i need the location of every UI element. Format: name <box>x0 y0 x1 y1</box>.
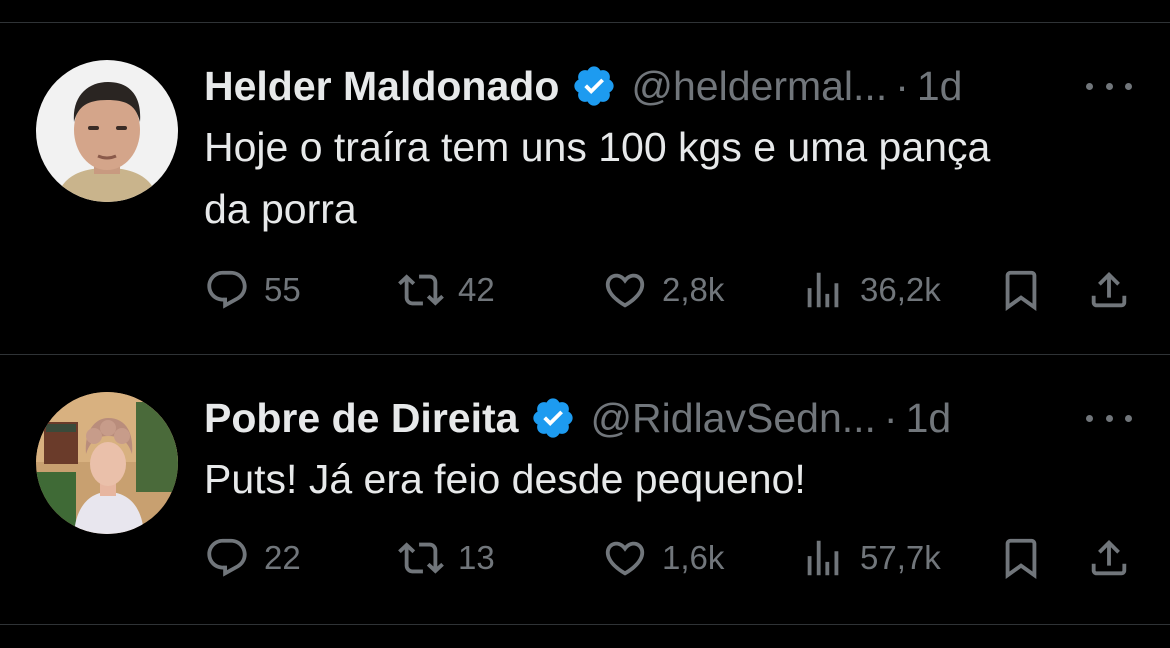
reply-button[interactable]: 55 <box>204 265 301 315</box>
more-options-icon[interactable] <box>1086 398 1132 438</box>
tweet-text-line: Hoje o traíra tem uns 100 kgs e uma panç… <box>204 124 991 170</box>
retweet-button[interactable]: 42 <box>398 265 495 315</box>
reply-count: 55 <box>264 271 301 308</box>
verified-badge-icon <box>574 66 615 106</box>
action-bar: 55 42 2,8k 36,2k <box>204 265 1144 315</box>
tweet-header: Helder Maldonado @heldermal... · 1d <box>204 58 962 114</box>
bookmark-icon <box>1005 270 1037 311</box>
view-count: 57,7k <box>860 539 941 576</box>
retweet-icon <box>398 542 444 574</box>
share-button[interactable] <box>1086 265 1132 315</box>
more-options-icon[interactable] <box>1086 66 1132 106</box>
author-name[interactable]: Helder Maldonado <box>204 63 559 110</box>
retweet-button[interactable]: 13 <box>398 533 495 583</box>
tweet-feed: Helder Maldonado @heldermal... · 1d Hoje… <box>0 0 1170 648</box>
separator-dot: · <box>883 394 898 441</box>
divider-bottom <box>0 624 1170 625</box>
tweet-1[interactable]: Helder Maldonado @heldermal... · 1d Hoje… <box>0 58 1170 354</box>
avatar[interactable] <box>36 60 178 202</box>
retweet-count: 13 <box>458 539 495 576</box>
avatar-photo-man <box>36 60 178 202</box>
like-count: 2,8k <box>662 271 725 308</box>
tweet-text-line: Puts! Já era feio desde pequeno! <box>204 456 806 502</box>
separator-dot: · <box>895 62 909 109</box>
reply-icon <box>207 270 247 309</box>
views-icon <box>807 540 839 576</box>
divider-top <box>0 22 1170 23</box>
timestamp[interactable]: 1d <box>917 63 963 110</box>
tweet-text: Puts! Já era feio desde pequeno! <box>204 448 1134 510</box>
views-icon <box>807 272 839 308</box>
author-handle[interactable]: @RidlavSedn... <box>590 395 875 442</box>
bookmark-button[interactable] <box>998 533 1044 583</box>
verified-badge-icon <box>533 398 574 438</box>
share-icon <box>1091 271 1127 308</box>
tweet-header: Pobre de Direita @RidlavSedn... · 1d <box>204 390 951 446</box>
share-button[interactable] <box>1086 533 1132 583</box>
tweet-2[interactable]: Pobre de Direita @RidlavSedn... · 1d Put… <box>0 390 1170 622</box>
retweet-count: 42 <box>458 271 495 308</box>
like-icon <box>605 273 645 308</box>
reply-count: 22 <box>264 539 301 576</box>
retweet-icon <box>398 274 444 306</box>
avatar[interactable] <box>36 392 178 534</box>
views-button[interactable]: 36,2k <box>800 265 941 315</box>
reply-icon <box>207 538 247 577</box>
avatar-photo-woman <box>36 392 178 534</box>
share-icon <box>1091 539 1127 576</box>
tweet-text: Hoje o traíra tem uns 100 kgs e uma panç… <box>204 116 1134 240</box>
tweet-divider <box>0 354 1170 355</box>
reply-button[interactable]: 22 <box>204 533 301 583</box>
view-count: 36,2k <box>860 271 941 308</box>
views-button[interactable]: 57,7k <box>800 533 941 583</box>
like-button[interactable]: 2,8k <box>602 265 724 315</box>
bookmark-button[interactable] <box>998 265 1044 315</box>
like-button[interactable]: 1,6k <box>602 533 724 583</box>
bookmark-icon <box>1005 538 1037 579</box>
tweet-text-line: da porra <box>204 186 357 232</box>
like-count: 1,6k <box>662 539 725 576</box>
author-handle[interactable]: @heldermal... <box>631 63 887 110</box>
action-bar: 22 13 1,6k 57,7k <box>204 533 1144 583</box>
like-icon <box>605 541 645 576</box>
timestamp[interactable]: 1d <box>906 395 952 442</box>
author-name[interactable]: Pobre de Direita <box>204 395 518 442</box>
